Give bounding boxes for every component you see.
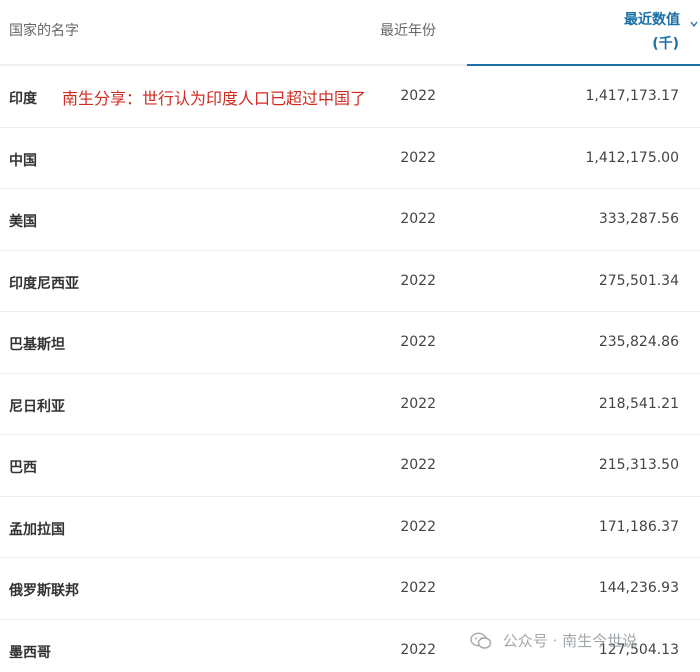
year-value: 2022 [400, 580, 436, 596]
year-value: 2022 [400, 641, 436, 658]
country-name: 印度尼西亚 [9, 275, 79, 292]
column-header-value-title: 最近数值 [624, 12, 680, 28]
column-header-value-unit: (千) [652, 36, 679, 52]
population-value: 171,186.37 [598, 518, 679, 535]
table-body: 印度 南生分享：世行认为印度人口已超过中国了 2022 1,417,173.17… [0, 66, 700, 672]
country-name: 中国 [9, 152, 37, 169]
table-row-mexico[interactable]: 墨西哥 2022 127,504.13 [0, 620, 700, 672]
population-value: 235,824.86 [598, 334, 679, 350]
year-value: 2022 [400, 88, 436, 104]
population-value: 218,541.21 [598, 395, 679, 412]
sort-descending-icon[interactable] [690, 20, 698, 28]
year-value: 2022 [400, 211, 436, 227]
year-value: 2022 [400, 272, 436, 289]
country-name: 巴西 [9, 460, 37, 476]
column-header-country[interactable]: 国家的名字 [9, 20, 79, 40]
table-row-bangladesh[interactable]: 孟加拉国 2022 171,186.37 [0, 497, 700, 558]
country-name: 美国 [9, 214, 37, 230]
year-value: 2022 [400, 149, 436, 166]
column-header-year[interactable]: 最近年份 [380, 20, 436, 40]
year-value: 2022 [400, 395, 436, 412]
population-value: 1,412,175.00 [585, 149, 679, 166]
population-value: 1,417,173.17 [585, 88, 679, 104]
year-value: 2022 [400, 457, 436, 473]
table-row-pakistan[interactable]: 巴基斯坦 2022 235,824.86 [0, 312, 700, 374]
population-value: 127,504.13 [598, 641, 679, 658]
table-row-russia[interactable]: 俄罗斯联邦 2022 144,236.93 [0, 558, 700, 620]
table-row-china[interactable]: 中国 2022 1,412,175.00 [0, 128, 700, 189]
table-row-brazil[interactable]: 巴西 2022 215,313.50 [0, 435, 700, 497]
year-value: 2022 [400, 518, 436, 535]
country-name: 孟加拉国 [9, 521, 65, 538]
column-header-value[interactable]: 最近数值 (千) [467, 0, 700, 66]
population-value: 275,501.34 [598, 272, 679, 289]
country-name: 尼日利亚 [9, 398, 65, 415]
population-value: 333,287.56 [598, 211, 679, 227]
country-name: 巴基斯坦 [9, 337, 65, 353]
table-row-indonesia[interactable]: 印度尼西亚 2022 275,501.34 [0, 251, 700, 312]
population-value: 215,313.50 [598, 457, 679, 473]
population-value: 144,236.93 [598, 580, 679, 596]
table-header: 国家的名字 最近年份 最近数值 (千) [0, 0, 700, 66]
country-name: 墨西哥 [9, 644, 51, 661]
annotation-text: 南生分享：世行认为印度人口已超过中国了 [62, 89, 367, 108]
year-value: 2022 [400, 334, 436, 350]
table-row-india[interactable]: 印度 南生分享：世行认为印度人口已超过中国了 2022 1,417,173.17 [0, 66, 700, 128]
population-table-page: 国家的名字 最近年份 最近数值 (千) 印度 南生分享：世行认为印度人口已超过中… [0, 0, 700, 672]
table-row-usa[interactable]: 美国 2022 333,287.56 [0, 189, 700, 251]
country-name: 俄罗斯联邦 [9, 583, 79, 599]
country-name: 印度 [9, 91, 37, 107]
table-row-nigeria[interactable]: 尼日利亚 2022 218,541.21 [0, 374, 700, 435]
